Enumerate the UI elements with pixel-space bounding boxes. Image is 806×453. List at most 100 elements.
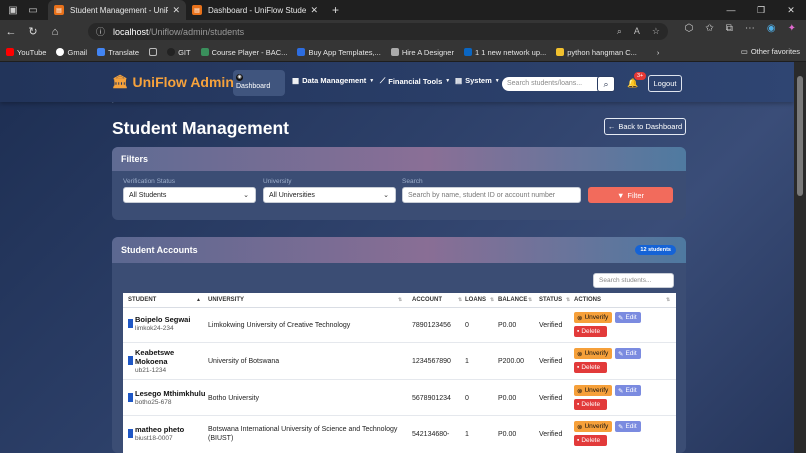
column-header-account[interactable]: ACCOUNT ⇅ [412, 297, 462, 303]
chevron-down-icon: ⌄ [243, 192, 249, 199]
github-icon [167, 48, 176, 56]
bookmark-folder[interactable] [149, 48, 158, 56]
student-name: Boipelo Segwai [135, 315, 191, 324]
delete-button[interactable]: ▪ Delete [574, 399, 607, 410]
delete-button[interactable]: ▪ Delete [574, 326, 607, 337]
scrollbar-thumb[interactable] [797, 76, 803, 196]
bookmark-git[interactable]: GIT [167, 48, 191, 57]
notification-badge: 3+ [634, 72, 647, 80]
student-name: Lesego Mthimkhulu [135, 389, 206, 398]
filter-button[interactable]: ▼ Filter [588, 187, 673, 203]
bookmark-gmail[interactable]: Gmail [56, 48, 87, 57]
logout-button[interactable]: Logout [648, 75, 682, 92]
tab-title: Student Management - UniFlow A [70, 5, 169, 15]
favorite-star-icon[interactable]: ☆ [652, 26, 660, 37]
student-name: Keabetswe Mokoena [135, 348, 175, 366]
column-header-status[interactable]: STATUS ⇅ [539, 297, 570, 303]
bookmark-linkedin[interactable]: 1 1 new network up... [463, 48, 546, 57]
account-cell: 5678901234 [412, 395, 451, 402]
unverify-button[interactable]: ⊗ Unverify [574, 348, 612, 359]
column-header-university[interactable]: UNIVERSITY ⇅ [208, 297, 402, 303]
unverify-button[interactable]: ⊗ Unverify [574, 312, 612, 323]
account-cell: 1234567890 [412, 358, 451, 365]
new-tab-icon[interactable]: + [332, 3, 339, 17]
bookmark-hire-designer[interactable]: Hire A Designer [390, 48, 454, 57]
browser-tab-dashboard[interactable]: ▤ Dashboard - UniFlow Student Loa ✕ [186, 0, 324, 20]
maximize-icon[interactable]: ❐ [746, 0, 776, 20]
student-accounts-card: Student Accounts 12 students Search stud… [112, 237, 686, 453]
delete-button[interactable]: ▪ Delete [574, 435, 607, 446]
vertical-scrollbar[interactable] [794, 62, 806, 453]
browser-tab-student-management[interactable]: ▤ Student Management - UniFlow A ✕ [48, 0, 186, 20]
verification-status-select[interactable]: All Students ⌄ [123, 187, 256, 203]
dashboard-icon: ◉ [236, 74, 243, 81]
edit-button[interactable]: ✎ Edit [615, 312, 641, 323]
dashboard-link[interactable]: ◉ Dashboard [233, 70, 285, 96]
brand-logo[interactable]: 🏛 UniFlow Admin [112, 74, 234, 90]
loans-cell: 1 [465, 431, 469, 438]
site-info-icon[interactable]: ⓘ [96, 25, 105, 38]
close-tab-icon[interactable]: ✕ [172, 5, 180, 16]
minimize-icon[interactable]: — [716, 0, 746, 20]
copilot-icon[interactable]: ✦ [788, 23, 796, 34]
edit-button[interactable]: ✎ Edit [615, 348, 641, 359]
menu-financial-tools[interactable]: ⟋ Financial Tools ▼ [380, 76, 450, 86]
profile-avatar-icon[interactable]: ◉ [767, 23, 776, 34]
bookmark-youtube[interactable]: YouTube [6, 48, 46, 57]
x-circle-icon: ⊗ [577, 350, 583, 358]
extensions-icon[interactable]: ⬡ [685, 23, 694, 34]
home-icon[interactable]: ⌂ [44, 26, 66, 38]
filter-search-input[interactable]: Search by name, student ID or account nu… [402, 187, 581, 203]
back-to-dashboard-button[interactable]: ← Back to Dashboard [604, 118, 686, 135]
menu-system[interactable]: ▤ System ▼ [455, 76, 500, 85]
server-icon: ▤ [455, 76, 463, 85]
column-header-student[interactable]: STUDENT ▲ [128, 297, 201, 303]
workspaces-icon[interactable]: ▣ [6, 3, 20, 17]
more-menu-icon[interactable]: ⋯ [745, 23, 755, 34]
table-search-input[interactable]: Search students... [593, 273, 674, 288]
column-header-loans[interactable]: LOANS ⇅ [465, 297, 494, 303]
folder-icon [149, 48, 158, 56]
edit-button[interactable]: ✎ Edit [615, 385, 641, 396]
bookmark-app-templates[interactable]: Buy App Templates,... [297, 48, 381, 57]
collections-icon[interactable]: ⧉ [726, 23, 733, 34]
row-indicator [128, 356, 133, 365]
close-window-icon[interactable]: ✕ [776, 0, 806, 20]
unverify-button[interactable]: ⊗ Unverify [574, 421, 612, 432]
bookmarks-overflow-icon[interactable]: › [657, 48, 660, 57]
bookmark-python-hangman[interactable]: python hangman C... [556, 48, 637, 57]
column-header-balance[interactable]: BALANCE ⇅ [498, 297, 532, 303]
bookmark-course-player[interactable]: Course Player - BAC... [200, 48, 287, 57]
read-aloud-icon[interactable]: A [634, 26, 640, 37]
database-icon: ▦ [292, 76, 300, 85]
unverify-button[interactable]: ⊗ Unverify [574, 385, 612, 396]
edit-button[interactable]: ✎ Edit [615, 421, 641, 432]
trash-icon: ▪ [577, 328, 580, 335]
account-cell: 7890123456 [412, 322, 451, 329]
bookmark-translate[interactable]: Translate [97, 48, 139, 57]
favorites-icon[interactable]: ✩ [705, 23, 713, 34]
menu-data-management[interactable]: ▦ Data Management ▼ [292, 76, 374, 85]
student-id: botho25-678 [135, 399, 172, 406]
delete-button[interactable]: ▪ Delete [574, 362, 607, 373]
row-indicator [128, 429, 133, 438]
app-navbar: 🏛 UniFlow Admin ◉ Dashboard ▦ Data Manag… [0, 62, 794, 102]
refresh-icon[interactable]: ↻ [22, 25, 44, 38]
students-table: STUDENT ▲ UNIVERSITY ⇅ ACCOUNT ⇅ LOANS ⇅ BAL… [123, 293, 676, 453]
column-header-actions: ACTIONS ⇅ [574, 297, 671, 303]
navbar-search-input[interactable]: Search students/loans... [502, 77, 598, 91]
status-cell: Verified [539, 431, 563, 438]
other-favorites[interactable]: ▭ Other favorites [741, 47, 800, 56]
student-id: ub21-1234 [135, 367, 167, 374]
table-row: Lesego Mthimkhulu botho25-678 Botho Univ… [123, 380, 676, 416]
close-tab-icon[interactable]: ✕ [310, 5, 318, 16]
tab-actions-icon[interactable]: ▭ [26, 3, 40, 17]
navbar-search-button[interactable]: ⌕ [597, 76, 615, 92]
x-circle-icon: ⊗ [577, 387, 583, 395]
university-select[interactable]: All Universities ⌄ [263, 187, 396, 203]
back-arrow-icon[interactable]: ← [0, 26, 22, 38]
edit-icon: ✎ [618, 423, 624, 431]
url-bar[interactable]: ⓘ localhost/Uniflow/admin/students ⌕ A ☆ [88, 23, 668, 40]
zoom-icon[interactable]: ⌕ [617, 26, 622, 37]
trash-icon: ▪ [577, 437, 580, 444]
